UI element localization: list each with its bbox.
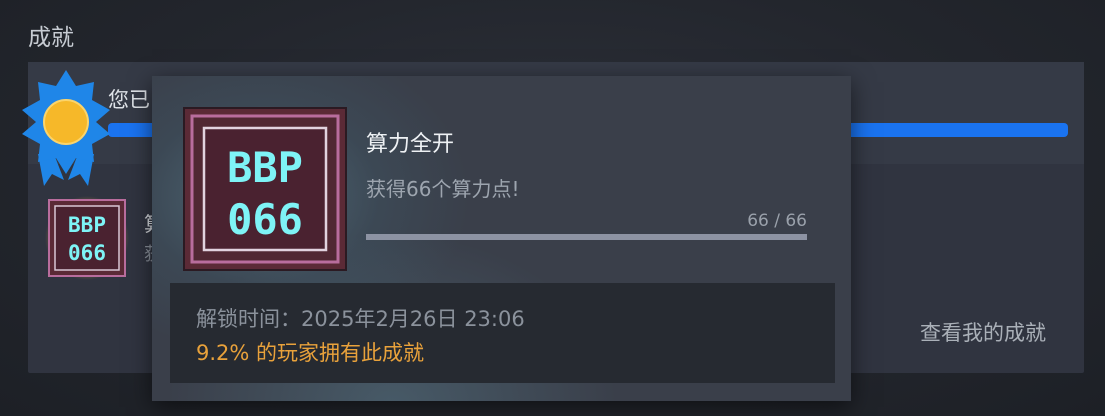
summary-text: 您已 xyxy=(108,88,150,112)
icon-line-1: BBP xyxy=(68,213,106,237)
section-title: 成就 xyxy=(28,25,74,51)
unlock-time: 解锁时间：2025年2月26日 23:06 xyxy=(196,307,525,331)
achievement-name: 算力全开 xyxy=(366,132,455,157)
tooltip-footer: 解锁时间：2025年2月26日 23:06 9.2% 的玩家拥有此成就 xyxy=(170,283,835,383)
bbp-066-achievement-icon: BBP 066 xyxy=(182,106,348,272)
view-my-achievements-link[interactable]: 查看我的成就 xyxy=(920,317,1046,347)
icon-line-1: BBP xyxy=(227,143,303,192)
icon-line-2: 066 xyxy=(68,241,106,265)
achievement-progress-bar xyxy=(366,234,807,240)
bbp-066-achievement-icon[interactable]: BBP 066 xyxy=(45,196,129,280)
achievement-tooltip: BBP 066 算力全开 获得66个算力点! 66 / 66 解锁时间：2025… xyxy=(152,76,851,401)
icon-line-2: 066 xyxy=(227,195,303,244)
achievement-progress-fill xyxy=(366,234,807,240)
achievement-progress-text: 66 / 66 xyxy=(747,211,807,231)
rarity-text: 9.2% 的玩家拥有此成就 xyxy=(196,341,425,365)
achievement-medal-icon xyxy=(22,70,110,186)
achievement-description: 获得66个算力点! xyxy=(366,177,520,201)
